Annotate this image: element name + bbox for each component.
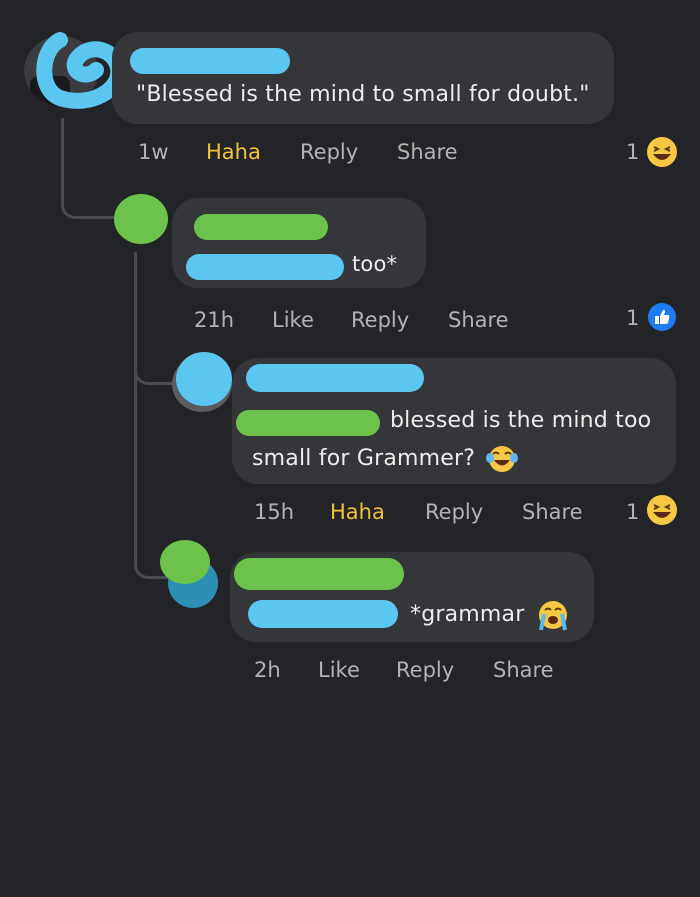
redacted-mention bbox=[186, 254, 344, 280]
like-button[interactable]: Like bbox=[272, 308, 314, 332]
comment-bubble[interactable]: "Blessed is the mind to small for doubt.… bbox=[112, 32, 614, 124]
reaction-count[interactable]: 1 bbox=[626, 140, 639, 164]
like-thumb-icon bbox=[648, 303, 676, 331]
comment-bubble[interactable]: blessed is the mind too small for Gramme… bbox=[232, 358, 676, 484]
laughing-emoji-icon bbox=[647, 495, 677, 525]
redacted-mention bbox=[248, 600, 398, 628]
reply-button[interactable]: Reply bbox=[351, 308, 409, 332]
comment-bubble[interactable]: too* bbox=[172, 198, 426, 288]
timestamp: 1w bbox=[138, 140, 169, 164]
comment-3: blessed is the mind too small for Gramme… bbox=[0, 350, 700, 540]
comment-text: "Blessed is the mind to small for doubt.… bbox=[136, 82, 590, 107]
timestamp: 21h bbox=[194, 308, 235, 332]
comment-1: "Blessed is the mind to small for doubt.… bbox=[0, 0, 700, 180]
laughing-emoji-icon bbox=[647, 137, 677, 167]
timestamp: 15h bbox=[254, 500, 295, 524]
redacted-name bbox=[234, 558, 404, 590]
reply-button[interactable]: Reply bbox=[396, 658, 454, 682]
reaction-count[interactable]: 1 bbox=[626, 500, 639, 524]
comment-text: blessed is the mind too bbox=[390, 408, 652, 433]
haha-button[interactable]: Haha bbox=[330, 500, 385, 524]
crying-emoji-icon bbox=[539, 601, 567, 631]
comment-text: small for Grammer? bbox=[252, 446, 476, 471]
tears-of-joy-emoji-icon bbox=[486, 446, 518, 472]
share-button[interactable]: Share bbox=[448, 308, 509, 332]
comment-4: *grammar 2h Like Reply Share bbox=[0, 540, 700, 700]
haha-button[interactable]: Haha bbox=[206, 140, 261, 164]
comment-text: *grammar bbox=[410, 602, 525, 627]
avatar-redaction bbox=[160, 540, 210, 584]
share-button[interactable]: Share bbox=[397, 140, 458, 164]
share-button[interactable]: Share bbox=[522, 500, 583, 524]
redacted-mention bbox=[236, 410, 380, 436]
avatar-redaction bbox=[176, 352, 232, 406]
share-button[interactable]: Share bbox=[493, 658, 554, 682]
reaction-count[interactable]: 1 bbox=[626, 306, 639, 330]
like-button[interactable]: Like bbox=[318, 658, 360, 682]
comment-text: too* bbox=[352, 252, 398, 276]
reply-button[interactable]: Reply bbox=[300, 140, 358, 164]
redacted-name bbox=[246, 364, 424, 392]
redacted-name bbox=[130, 48, 290, 74]
avatar[interactable] bbox=[114, 194, 168, 244]
comment-bubble[interactable]: *grammar bbox=[230, 552, 594, 642]
timestamp: 2h bbox=[254, 658, 281, 682]
redacted-name bbox=[194, 214, 328, 240]
reply-button[interactable]: Reply bbox=[425, 500, 483, 524]
comment-2: too* 21h Like Reply Share 1 bbox=[0, 180, 700, 350]
